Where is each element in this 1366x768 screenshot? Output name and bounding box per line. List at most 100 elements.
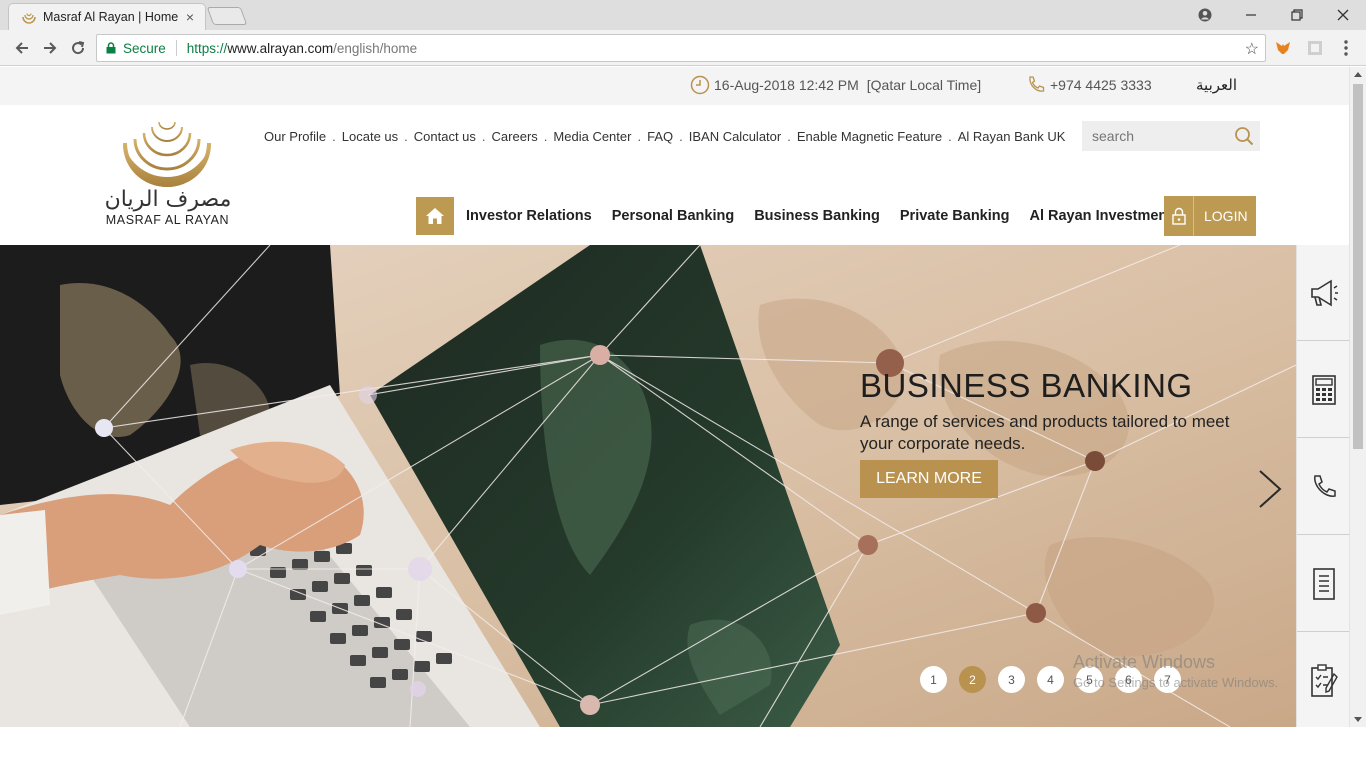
link-separator: . xyxy=(948,129,952,144)
extension-icon[interactable] xyxy=(1306,39,1324,57)
new-tab-button[interactable] xyxy=(206,7,248,25)
padlock-icon xyxy=(1164,196,1194,236)
forward-icon[interactable] xyxy=(38,36,62,60)
link-separator: . xyxy=(787,129,791,144)
sidebar-forms[interactable] xyxy=(1297,633,1349,729)
url-scheme: https:// xyxy=(186,40,228,56)
phone-icon xyxy=(1313,474,1336,497)
close-window-icon[interactable] xyxy=(1320,0,1366,30)
link-separator: . xyxy=(404,129,408,144)
top-info-bar: 16-Aug-2018 12:42 PM [Qatar Local Time] … xyxy=(0,67,1349,105)
document-icon xyxy=(1312,567,1335,600)
link-separator: . xyxy=(637,129,642,144)
browser-toolbar: Secure https:// www.alrayan.com /english… xyxy=(0,30,1366,66)
chrome-menu-icon[interactable] xyxy=(1334,36,1358,60)
address-separator xyxy=(175,40,177,56)
logo-english-name: MASRAF AL RAYAN xyxy=(105,213,230,227)
tab-close-icon[interactable]: × xyxy=(181,9,199,25)
scrollbar-thumb[interactable] xyxy=(1353,84,1363,449)
sidebar-announcements[interactable] xyxy=(1297,245,1349,341)
link-enable-magnetic-feature[interactable]: Enable Magnetic Feature xyxy=(797,129,942,144)
arabic-language-link[interactable]: العربية xyxy=(1196,76,1237,94)
hero-caption: BUSINESS BANKING A range of services and… xyxy=(860,367,1240,455)
tab-title: Masraf Al Rayan | Home xyxy=(43,10,179,24)
main-navigation: Investor Relations Personal Banking Busi… xyxy=(416,196,1192,236)
utility-links: Our Profile . Locate us . Contact us . C… xyxy=(264,129,1065,144)
hero-slider: BUSINESS BANKING A range of services and… xyxy=(0,245,1296,727)
url-path: /english/home xyxy=(333,40,418,56)
nav-personal-banking[interactable]: Personal Banking xyxy=(612,208,734,224)
link-locate-us[interactable]: Locate us xyxy=(342,129,398,144)
url-host: www.alrayan.com xyxy=(227,40,334,56)
sidebar-calculator[interactable] xyxy=(1297,342,1349,438)
watermark-line-2: Go to Settings to activate Windows. xyxy=(1073,675,1279,690)
reload-icon[interactable] xyxy=(66,36,90,60)
clock-icon xyxy=(690,75,710,95)
activate-windows-watermark: Activate Windows Go to Settings to activ… xyxy=(1073,652,1278,690)
form-icon xyxy=(1310,664,1338,697)
nav-private-banking[interactable]: Private Banking xyxy=(900,208,1010,224)
search-box xyxy=(1082,121,1260,151)
link-separator: . xyxy=(332,129,336,144)
page-scrollbar[interactable] xyxy=(1349,67,1366,727)
link-iban-calculator[interactable]: IBAN Calculator xyxy=(689,129,781,144)
link-contact-us[interactable]: Contact us xyxy=(414,129,476,144)
sidebar-contact[interactable] xyxy=(1297,439,1349,535)
quick-links-sidebar xyxy=(1296,245,1349,727)
browser-tab[interactable]: Masraf Al Rayan | Home × xyxy=(8,3,206,30)
search-input[interactable] xyxy=(1082,128,1222,144)
page-viewport: 16-Aug-2018 12:42 PM [Qatar Local Time] … xyxy=(0,67,1349,768)
browser-titlebar: Masraf Al Rayan | Home × xyxy=(0,0,1366,30)
slide-dot-1[interactable]: 1 xyxy=(920,666,947,693)
secure-label: Secure xyxy=(123,40,166,56)
logo-arabic-name: مصرف الريان xyxy=(104,187,232,212)
profile-icon[interactable] xyxy=(1182,0,1228,30)
link-separator: . xyxy=(481,129,486,144)
link-al-rayan-bank-uk[interactable]: Al Rayan Bank UK xyxy=(958,129,1066,144)
site-favicon xyxy=(22,13,36,24)
lock-icon xyxy=(106,42,116,54)
search-icon[interactable] xyxy=(1234,126,1254,146)
login-label: LOGIN xyxy=(1204,208,1248,224)
link-faq[interactable]: FAQ xyxy=(647,129,673,144)
next-slide-icon[interactable] xyxy=(1256,467,1284,511)
link-separator: . xyxy=(543,129,548,144)
watermark-line-1: Activate Windows xyxy=(1073,652,1216,672)
sidebar-documents[interactable] xyxy=(1297,536,1349,632)
link-our-profile[interactable]: Our Profile xyxy=(264,129,326,144)
metamask-extension-icon[interactable] xyxy=(1274,39,1292,57)
datetime-text: 16-Aug-2018 12:42 PM xyxy=(714,77,859,93)
phone-icon xyxy=(1029,76,1045,92)
address-bar[interactable]: Secure https:// www.alrayan.com /english… xyxy=(96,34,1266,62)
scroll-up-icon[interactable] xyxy=(1354,72,1362,77)
restore-icon[interactable] xyxy=(1274,0,1320,30)
slide-dot-2[interactable]: 2 xyxy=(959,666,986,693)
logo-mark-icon xyxy=(123,121,211,187)
slide-dot-3[interactable]: 3 xyxy=(998,666,1025,693)
datetime: 16-Aug-2018 12:42 PM [Qatar Local Time] xyxy=(690,75,981,95)
phone-text: +974 4425 3333 xyxy=(1050,77,1152,93)
hero-heading: BUSINESS BANKING xyxy=(860,367,1193,404)
calculator-icon xyxy=(1311,374,1336,405)
back-icon[interactable] xyxy=(10,36,34,60)
site-header: مصرف الريان MASRAF AL RAYAN Our Profile … xyxy=(0,105,1349,245)
nav-business-banking[interactable]: Business Banking xyxy=(754,208,880,224)
scroll-down-icon[interactable] xyxy=(1354,717,1362,722)
megaphone-icon xyxy=(1310,279,1338,306)
nav-al-rayan-investment[interactable]: Al Rayan Investment xyxy=(1029,208,1172,224)
learn-more-button[interactable]: LEARN MORE xyxy=(860,460,998,498)
link-media-center[interactable]: Media Center xyxy=(553,129,631,144)
phone-contact[interactable]: +974 4425 3333 xyxy=(1026,75,1152,95)
masraf-al-rayan-logo[interactable]: مصرف الريان MASRAF AL RAYAN xyxy=(100,113,235,228)
slide-dot-4[interactable]: 4 xyxy=(1037,666,1064,693)
nav-investor-relations[interactable]: Investor Relations xyxy=(466,208,592,224)
link-separator: . xyxy=(679,129,683,144)
timezone-text: [Qatar Local Time] xyxy=(866,77,982,93)
home-icon xyxy=(426,208,444,224)
home-button[interactable] xyxy=(416,197,454,235)
bookmark-star-icon[interactable]: ☆ xyxy=(1245,39,1259,59)
link-careers[interactable]: Careers xyxy=(492,129,538,144)
hero-text: A range of services and products tailore… xyxy=(860,412,1230,453)
minimize-icon[interactable] xyxy=(1228,0,1274,30)
login-button[interactable]: LOGIN xyxy=(1164,196,1256,236)
